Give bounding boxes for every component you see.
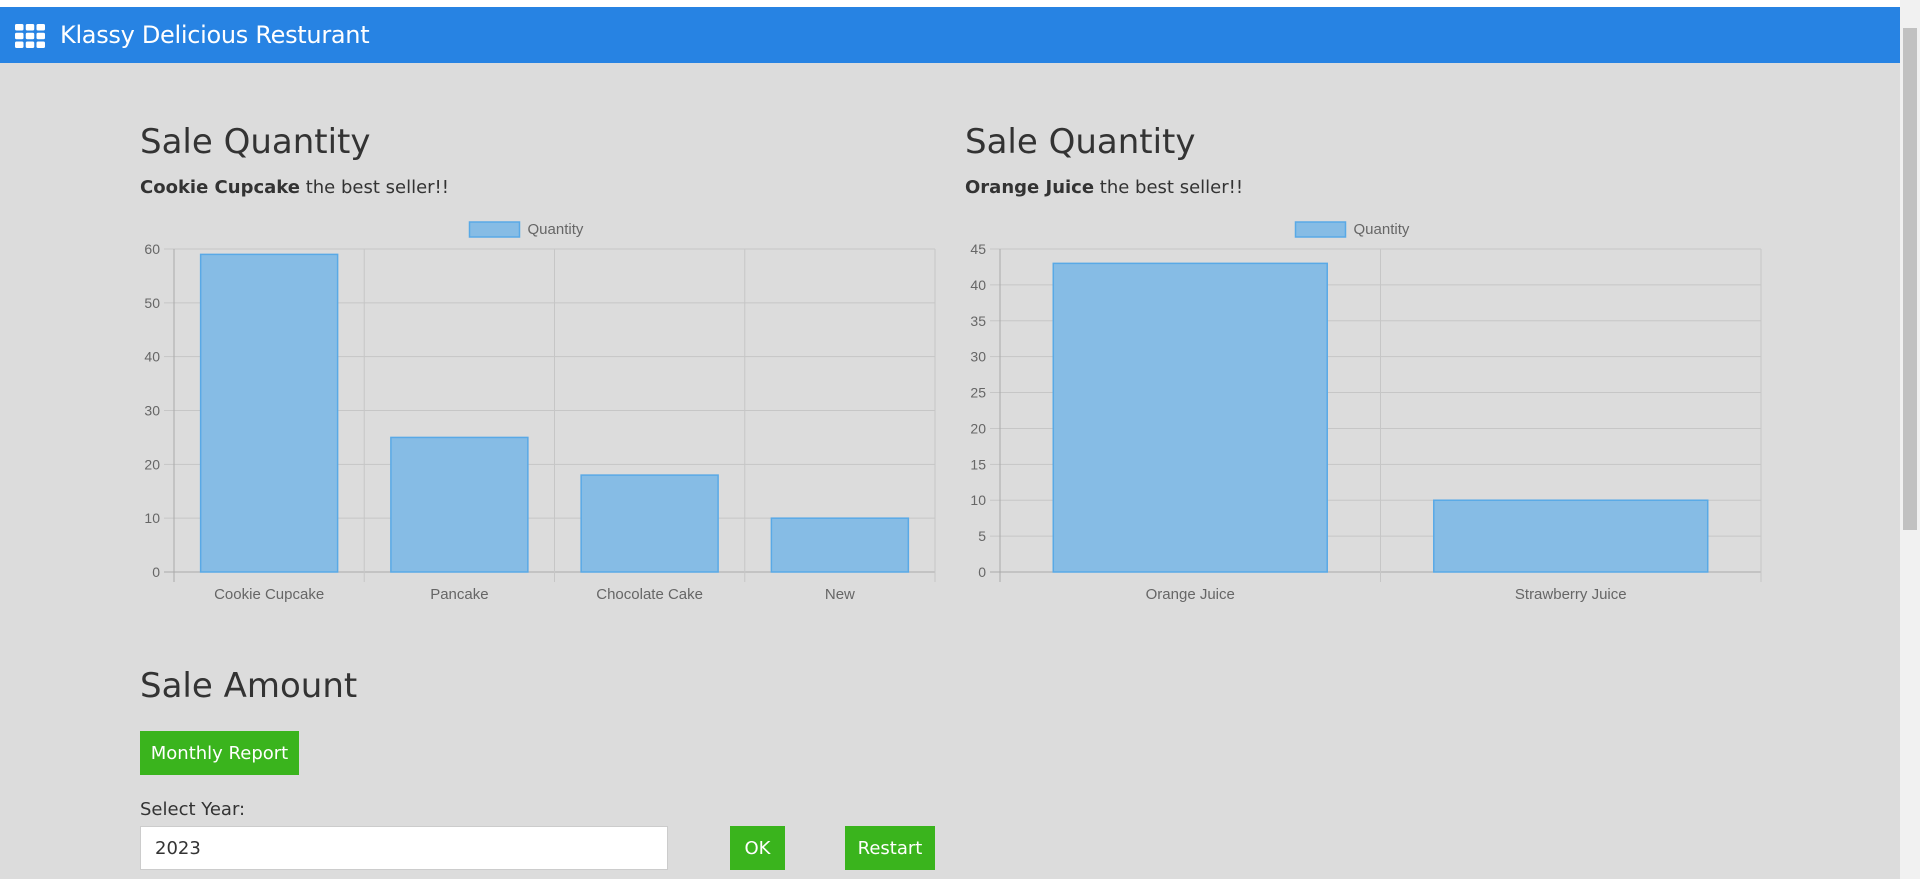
- y-tick-label: 45: [970, 241, 986, 257]
- y-tick-label: 0: [978, 564, 986, 580]
- y-tick-label: 25: [970, 385, 986, 401]
- y-tick-label: 5: [978, 528, 986, 544]
- bar-strawberry-juice: [1433, 499, 1709, 573]
- x-tick-label: Strawberry Juice: [1515, 586, 1627, 603]
- select-year-label: Select Year:: [140, 799, 246, 820]
- x-tick-label: Orange Juice: [1146, 586, 1235, 603]
- y-tick-label: 15: [970, 456, 986, 472]
- monthly-report-button[interactable]: Monthly Report: [140, 731, 299, 775]
- bar-orange-juice: [1052, 262, 1328, 573]
- ok-button[interactable]: OK: [730, 826, 785, 870]
- legend-swatch: [1294, 221, 1347, 238]
- chart-legend: Quantity: [1294, 221, 1410, 238]
- restart-button[interactable]: Restart: [845, 826, 935, 870]
- y-tick-label: 40: [970, 277, 986, 293]
- y-tick-label: 30: [970, 349, 986, 365]
- y-tick-label: 20: [970, 420, 986, 436]
- legend-label: Quantity: [1354, 221, 1410, 238]
- y-tick-label: 35: [970, 313, 986, 329]
- sale-amount-title: Sale Amount: [140, 666, 358, 706]
- year-input[interactable]: [140, 826, 668, 870]
- y-tick-label: 10: [970, 492, 986, 508]
